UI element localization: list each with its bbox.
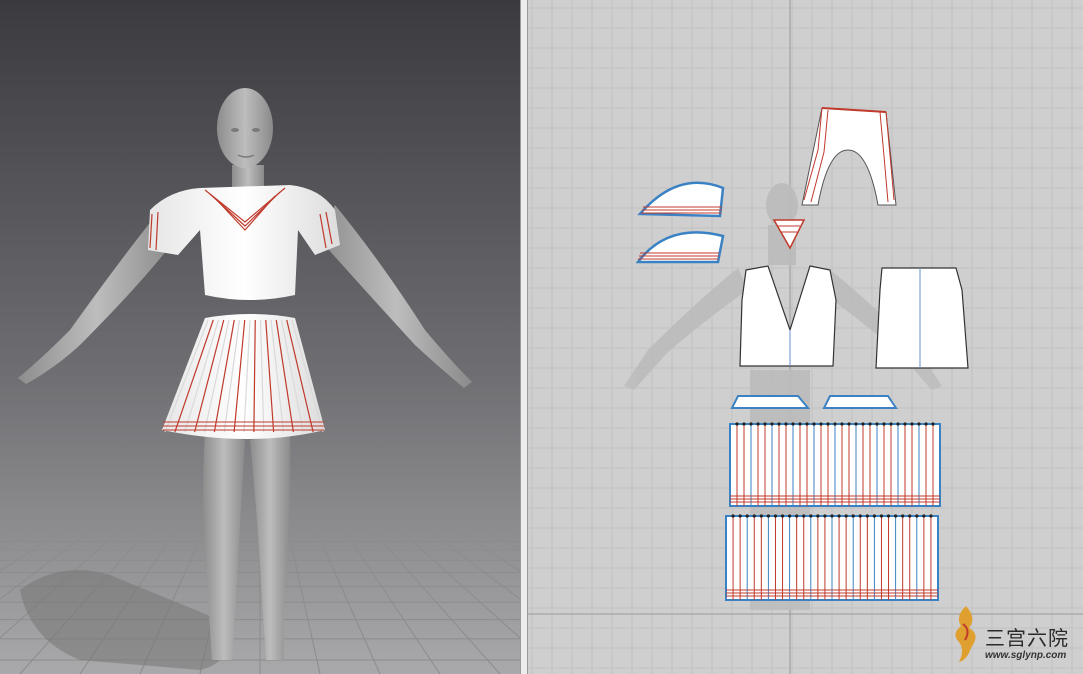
viewport-divider[interactable] (520, 0, 528, 674)
pattern-skirt-back[interactable] (725, 514, 939, 601)
viewport-3d[interactable] (0, 0, 520, 674)
pattern-back-bodice[interactable] (875, 267, 969, 369)
pattern-skirt-front[interactable] (729, 422, 941, 507)
viewport-2d-pattern[interactable]: 三宫六院 www.sglynp.com (528, 0, 1083, 674)
pattern-waistband-right[interactable] (822, 395, 898, 409)
clothing-designer-app: 三宫六院 www.sglynp.com (0, 0, 1083, 674)
watermark-url: www.sglynp.com (985, 650, 1067, 661)
watermark-text: 三宫六院 (985, 626, 1069, 650)
phoenix-logo-icon (955, 606, 976, 662)
pattern-waistband-left[interactable] (730, 395, 811, 409)
avatar-head (217, 88, 273, 168)
viewport-3d-canvas[interactable] (0, 0, 520, 674)
watermark-logo: 三宫六院 www.sglynp.com (949, 600, 1077, 670)
pattern-canvas[interactable] (528, 0, 1083, 674)
